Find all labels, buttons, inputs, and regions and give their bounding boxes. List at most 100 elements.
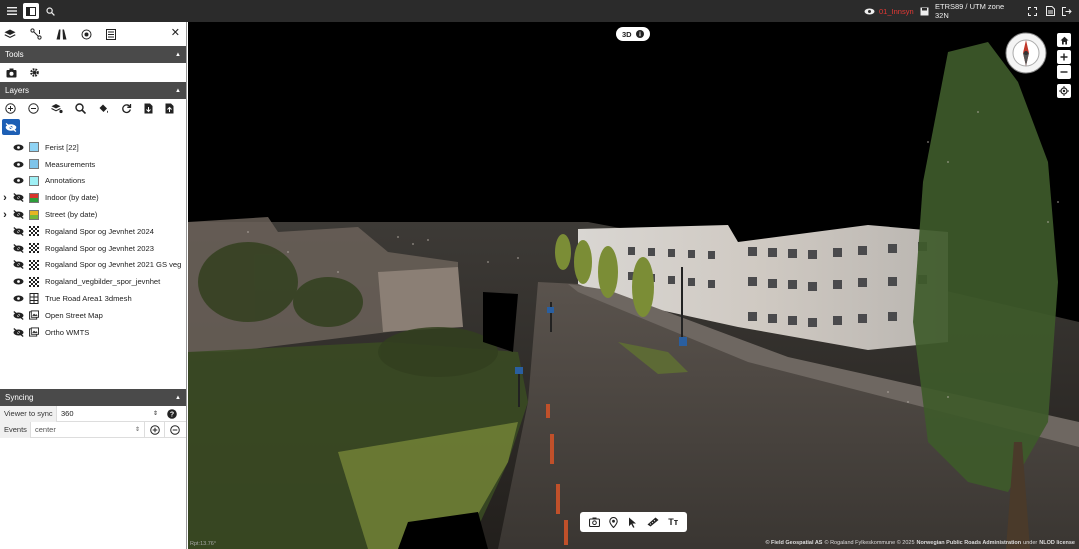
zoom-out-button[interactable] bbox=[1057, 65, 1071, 79]
view-mode-badge[interactable]: 3D bbox=[616, 27, 650, 41]
layer-row-rogaland-spor-og-jevnhet-2021-gs-veg[interactable]: Rogaland Spor og Jevnhet 2021 GS veg bbox=[0, 257, 186, 274]
visibility-off-icon[interactable] bbox=[10, 260, 26, 270]
collapse-icon[interactable]: ▲ bbox=[175, 395, 181, 401]
refresh-icon[interactable] bbox=[121, 103, 132, 114]
point-cloud-viewer[interactable]: 3D Tт Rpt:13.76° © Field Geospatial AS ©… bbox=[188, 22, 1079, 549]
add-layer-icon[interactable] bbox=[5, 103, 16, 114]
layer-row-street[interactable]: › Street (by date) bbox=[0, 206, 186, 223]
collapse-icon[interactable]: ▲ bbox=[175, 88, 181, 94]
select-arrows-icon: ⇕ bbox=[152, 411, 158, 417]
select-arrows-icon: ⇕ bbox=[134, 427, 140, 433]
sidebar-toggle-icon[interactable] bbox=[23, 3, 39, 19]
place-marker-icon[interactable] bbox=[609, 516, 619, 528]
fill-color-icon[interactable] bbox=[98, 103, 109, 114]
remove-event-button[interactable] bbox=[164, 421, 184, 438]
expand-chevron-icon[interactable]: › bbox=[0, 209, 10, 221]
home-icon[interactable] bbox=[1057, 33, 1071, 47]
layers-section-header[interactable]: Layers ▲ bbox=[0, 82, 186, 99]
layer-label: Rogaland Spor og Jevnhet 2023 bbox=[45, 243, 154, 253]
close-panel-icon[interactable]: ✕ bbox=[171, 28, 180, 39]
attribution-license[interactable]: NLOD license bbox=[1039, 540, 1075, 546]
export-pdf-icon[interactable] bbox=[1044, 3, 1056, 19]
visibility-off-icon[interactable] bbox=[10, 210, 26, 220]
top-bar: 01_Innsyn ETRS89 / UTM zone 32N bbox=[0, 0, 1079, 22]
visibility-off-icon[interactable] bbox=[10, 243, 26, 253]
layer-label: Measurements bbox=[45, 159, 96, 169]
visibility-off-icon[interactable] bbox=[10, 327, 26, 337]
remove-layer-icon[interactable] bbox=[28, 103, 39, 114]
syncing-title: Syncing bbox=[5, 393, 34, 402]
visibility-off-icon[interactable] bbox=[10, 193, 26, 203]
layer-label: Annotations bbox=[45, 176, 86, 186]
measure-ruler-icon[interactable] bbox=[647, 517, 659, 527]
layer-row-annotations[interactable]: Annotations bbox=[0, 173, 186, 190]
document-tab-icon[interactable] bbox=[106, 28, 116, 40]
layer-row-measurements[interactable]: Measurements bbox=[0, 156, 186, 173]
point-cloud-icon bbox=[29, 243, 39, 254]
fullscreen-icon[interactable] bbox=[1026, 3, 1038, 19]
attribution-field-geospatial[interactable]: © Field Geospatial AS bbox=[765, 540, 822, 546]
viewer-to-sync-select[interactable]: 360 ⇕ bbox=[56, 405, 162, 422]
visibility-on-icon[interactable] bbox=[10, 295, 26, 302]
eye-icon[interactable] bbox=[862, 3, 876, 19]
left-house bbox=[378, 267, 463, 332]
layer-list: Ferist [22] Measurements Annotations › Indoo… bbox=[0, 139, 186, 341]
view-mode-label: 3D bbox=[622, 29, 632, 39]
menu-icon[interactable] bbox=[4, 3, 20, 19]
layers-title: Layers bbox=[5, 86, 30, 95]
info-icon[interactable] bbox=[635, 30, 644, 38]
zoom-to-layer-icon[interactable] bbox=[75, 103, 86, 114]
layer-row-rogaland-vegbilder-spor-jevnhet[interactable]: Rogaland_vegbilder_spor_jevnhet bbox=[0, 273, 186, 290]
expand-chevron-icon[interactable]: › bbox=[0, 192, 10, 204]
zoom-in-button[interactable] bbox=[1057, 50, 1071, 64]
layer-row-true-road-area1-3dmesh[interactable]: True Road Area1 3dmesh bbox=[0, 290, 186, 307]
select-cursor-icon[interactable] bbox=[628, 517, 637, 528]
screenshot-camera-icon[interactable] bbox=[588, 517, 600, 527]
compass-icon[interactable] bbox=[1005, 32, 1047, 74]
visibility-on-icon[interactable] bbox=[10, 177, 26, 184]
search-icon[interactable] bbox=[43, 3, 57, 19]
import-file-icon[interactable] bbox=[144, 103, 153, 114]
syncing-section-header[interactable]: Syncing ▲ bbox=[0, 389, 186, 406]
visibility-off-icon[interactable] bbox=[10, 310, 26, 320]
export-file-icon[interactable] bbox=[165, 103, 174, 114]
route-tab-icon[interactable] bbox=[30, 28, 42, 40]
active-layer-name[interactable]: 01_Innsyn bbox=[879, 3, 919, 19]
tools-title: Tools bbox=[5, 50, 24, 59]
visibility-off-icon[interactable] bbox=[10, 226, 26, 236]
hide-all-layers-button[interactable] bbox=[2, 119, 20, 135]
layer-color-swatch bbox=[29, 142, 39, 153]
layer-label: Rogaland Spor og Jevnhet 2021 GS veg bbox=[45, 260, 182, 270]
layer-row-rogaland-spor-og-jevnhet-2023[interactable]: Rogaland Spor og Jevnhet 2023 bbox=[0, 240, 186, 257]
locate-icon[interactable] bbox=[1057, 84, 1071, 98]
road-tab-icon[interactable] bbox=[56, 29, 67, 40]
collapse-icon[interactable]: ▲ bbox=[175, 52, 181, 58]
layer-row-open-street-map[interactable]: Open Street Map bbox=[0, 307, 186, 324]
dark-hole-mid bbox=[483, 292, 518, 352]
crs-label[interactable]: ETRS89 / UTM zone 32N bbox=[935, 2, 1019, 20]
events-row: Events center ⇕ bbox=[0, 421, 186, 438]
events-select[interactable]: center ⇕ bbox=[30, 421, 144, 438]
text-tool-icon[interactable]: Tт bbox=[668, 517, 678, 527]
layer-color-swatch bbox=[29, 192, 39, 203]
visibility-on-icon[interactable] bbox=[10, 161, 26, 168]
settings-icon[interactable] bbox=[29, 67, 40, 78]
layer-row-ferist[interactable]: Ferist [22] bbox=[0, 139, 186, 156]
layer-style-icon[interactable] bbox=[51, 103, 63, 114]
help-icon[interactable]: ? bbox=[162, 408, 182, 419]
layer-row-rogaland-spor-og-jevnhet-2024[interactable]: Rogaland Spor og Jevnhet 2024 bbox=[0, 223, 186, 240]
attribution-npra[interactable]: Norwegian Public Roads Administration bbox=[917, 540, 1022, 546]
logout-icon[interactable] bbox=[1061, 3, 1073, 19]
target-tab-icon[interactable] bbox=[81, 29, 92, 40]
layer-row-indoor[interactable]: › Indoor (by date) bbox=[0, 189, 186, 206]
add-event-button[interactable] bbox=[144, 421, 164, 438]
layers-tab-icon[interactable] bbox=[4, 29, 16, 40]
point-cloud-scene[interactable] bbox=[188, 22, 1079, 549]
save-icon[interactable] bbox=[918, 3, 930, 19]
tools-section-header[interactable]: Tools ▲ bbox=[0, 46, 186, 63]
mesh-icon bbox=[29, 293, 39, 305]
camera-icon[interactable] bbox=[6, 68, 17, 78]
visibility-on-icon[interactable] bbox=[10, 278, 26, 285]
layer-row-ortho-wmts[interactable]: Ortho WMTS bbox=[0, 324, 186, 341]
visibility-on-icon[interactable] bbox=[10, 144, 26, 151]
